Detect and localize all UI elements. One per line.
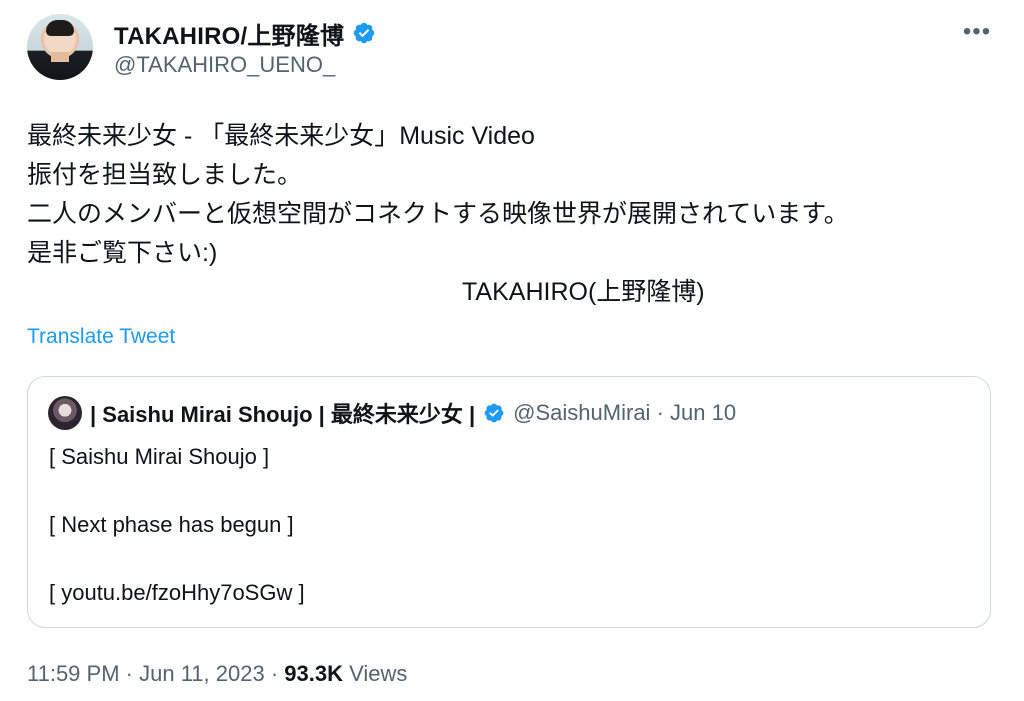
quote-text-blank-line — [49, 474, 305, 508]
avatar-neck — [51, 52, 69, 62]
translate-tweet-link[interactable]: Translate Tweet — [27, 325, 175, 349]
footer-separator: · — [270, 661, 279, 686]
author-display-name[interactable]: TAKAHIRO/上野隆博 — [114, 16, 344, 51]
author-handle[interactable]: @TAKAHIRO_UENO_ — [114, 52, 335, 78]
more-options-icon[interactable]: ••• — [957, 18, 997, 46]
quote-text-line: [ Saishu Mirai Shoujo ] — [49, 444, 270, 469]
tweet-text-line: 振付を担当致しました。 — [27, 161, 303, 189]
views-label: Views — [349, 661, 408, 686]
quote-text-line: [ Next phase has begun ] — [49, 512, 294, 537]
author-name-row: TAKAHIRO/上野隆博 — [114, 16, 376, 51]
author-avatar[interactable] — [27, 14, 93, 80]
quote-text-line: [ youtu.be/fzoHhy7oSGw ] — [49, 580, 305, 605]
tweet: TAKAHIRO/上野隆博 @TAKAHIRO_UENO_ ••• 最終未来少女… — [0, 0, 1024, 701]
quote-author-display-name[interactable]: | Saishu Mirai Shoujo | 最終未来少女 | — [90, 397, 475, 429]
quote-tweet-card[interactable]: | Saishu Mirai Shoujo | 最終未来少女 | @Saishu… — [27, 376, 991, 628]
quote-tweet-header: | Saishu Mirai Shoujo | 最終未来少女 | @Saishu… — [48, 396, 736, 430]
tweet-date[interactable]: Jun 11, 2023 — [139, 661, 265, 686]
views-count[interactable]: 93.3K — [284, 661, 343, 686]
quote-text-blank-line — [49, 542, 305, 576]
quote-author-handle[interactable]: @SaishuMirai — [513, 400, 650, 426]
tweet-text-line: 最終未来少女 - 「最終未来少女」Music Video — [27, 122, 535, 150]
tweet-text-line: 是非ご覧下さい:) — [27, 239, 218, 267]
tweet-text-line: 二人のメンバーと仮想空間がコネクトする映像世界が展開されています。 — [27, 200, 849, 228]
tweet-signature: TAKAHIRO(上野隆博) — [462, 278, 705, 306]
quote-tweet-text: [ Saishu Mirai Shoujo ] [ Next phase has… — [49, 440, 305, 610]
verified-badge-icon — [484, 403, 504, 423]
tweet-footer: 11:59 PM · Jun 11, 2023 · 93.3K Views — [27, 661, 407, 687]
verified-badge-icon — [353, 22, 375, 44]
footer-separator: · — [125, 661, 133, 686]
quote-tweet-date[interactable]: Jun 10 — [670, 400, 736, 426]
tweet-text: 最終未来少女 - 「最終未来少女」Music Video 振付を担当致しました。… — [27, 117, 987, 312]
tweet-time[interactable]: 11:59 PM — [27, 661, 120, 686]
avatar-hair — [46, 20, 74, 36]
quote-author-avatar[interactable] — [48, 396, 82, 430]
quote-meta-separator: · — [656, 400, 664, 425]
